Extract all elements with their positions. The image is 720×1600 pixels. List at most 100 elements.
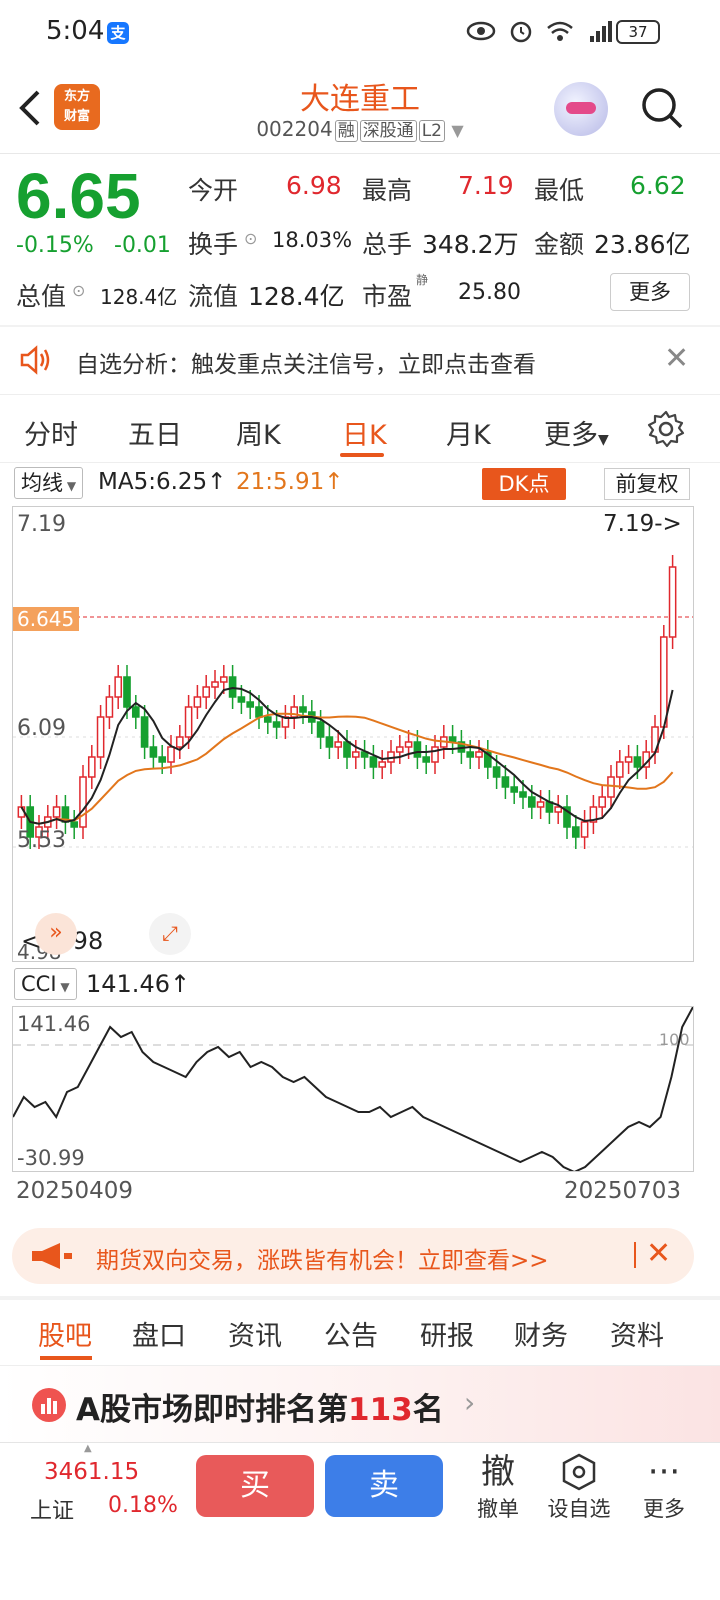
cci-chart[interactable]: 141.46 -30.99 100 (12, 1006, 694, 1174)
tab-forum[interactable]: 股吧 (38, 1314, 92, 1353)
candle-body (536, 801, 545, 808)
futures-banner[interactable]: 期货双向交易，涨跌皆有机会！立即查看>> ✕ (12, 1228, 694, 1284)
more-button[interactable]: ··· 更多 (636, 1451, 692, 1523)
tab-news[interactable]: 资讯 (228, 1314, 282, 1353)
divider (634, 1242, 636, 1268)
indicator-select[interactable]: 均线 ▼ (14, 467, 84, 499)
candle-body (527, 796, 536, 808)
tab-financials[interactable]: 财务 (514, 1314, 568, 1353)
tab-orderbook[interactable]: 盘口 (132, 1314, 186, 1353)
candle-body (580, 821, 589, 838)
cci-value-text: 141.46 (86, 970, 170, 998)
open-label: 今开 (188, 176, 239, 205)
battery-icon: 37 (616, 20, 660, 44)
search-icon[interactable] (640, 86, 684, 130)
cci-select[interactable]: CCI ▼ (14, 968, 77, 1000)
ma21-text: 21:5.91 (236, 469, 325, 495)
market-rank-row[interactable]: A股市场即时排名第113名 › (0, 1366, 720, 1442)
candle-body (668, 566, 677, 638)
amount-label: 金额 (534, 230, 585, 259)
candle-body (219, 676, 228, 683)
add-watchlist-button[interactable]: 设自选 (544, 1451, 614, 1523)
tab-more-label: 更多 (544, 420, 598, 451)
ma5-text: MA5:6.25 (98, 469, 208, 495)
cancel-order-button[interactable]: 撤 撤单 (470, 1451, 526, 1523)
date-start: 20250409 (16, 1178, 134, 1204)
caret-down-icon: ▼ (598, 432, 609, 448)
pe-label: 市盈 (362, 282, 413, 311)
turnover-value: 18.03% (272, 228, 353, 252)
current-price-tag: 6.645 (17, 607, 74, 631)
close-icon[interactable]: ✕ (664, 341, 689, 376)
candle-body (123, 676, 131, 708)
dk-point-button[interactable]: DK点 (482, 468, 566, 500)
float-label: 流值 (188, 282, 239, 311)
candle-body (343, 741, 351, 758)
tab-more[interactable]: 更多▼ (544, 413, 609, 452)
more-quote-button[interactable]: 更多 (610, 273, 690, 311)
adjust-mode-button[interactable]: 前复权 (604, 468, 690, 500)
assistant-avatar[interactable] (554, 82, 608, 136)
candle-body (395, 746, 404, 753)
info-icon[interactable]: ⊙ (72, 281, 85, 300)
candle-body (184, 706, 193, 738)
tab-research[interactable]: 研报 (420, 1314, 474, 1353)
expand-left-icon[interactable]: » (35, 913, 77, 955)
candle-body (114, 676, 123, 698)
chart-tabs: 分时 五日 周K 日K 月K 更多▼ (0, 395, 720, 463)
close-icon[interactable]: ✕ (646, 1236, 671, 1271)
low-label: 最低 (534, 176, 585, 205)
mktcap-value: 128.4亿 (100, 285, 178, 309)
candle-body (554, 806, 563, 813)
tab-five-day[interactable]: 五日 (128, 413, 182, 452)
float-value: 128.4亿 (248, 282, 345, 311)
gear-icon[interactable] (646, 409, 686, 449)
chevron-right-icon: › (464, 1386, 476, 1419)
high-marker: 7.19-> (603, 511, 682, 537)
signal-icon (590, 21, 612, 42)
info-icon[interactable]: ⊙ (244, 229, 257, 248)
content-tabs: 股吧 盘口 资讯 公告 研报 财务 资料 (0, 1300, 720, 1366)
candle-body (501, 776, 510, 788)
index-value[interactable]: 3461.15 (44, 1459, 139, 1485)
caret-down-icon[interactable]: ▼ (451, 121, 463, 140)
buy-button[interactable]: 买 (196, 1455, 314, 1517)
mktcap-label: 总值 (16, 282, 67, 311)
cci-svg: 141.46 -30.99 100 (12, 1006, 694, 1174)
kline-chart[interactable]: 7.19 6.09 5.53 4.98 6.645 7.19-> <-4.98 … (12, 506, 694, 964)
arrow-up-icon: ↑ (169, 970, 191, 998)
cancel-glyph: 撤 (481, 1452, 515, 1492)
candle-body (105, 696, 114, 718)
notice-bar[interactable]: 自选分析：触发重点关注信号，立即点击查看 ✕ (0, 327, 720, 395)
alarm-icon (510, 21, 532, 43)
active-tab-indicator (40, 1356, 92, 1360)
candle-body (255, 706, 263, 718)
rank-suffix: 名 (412, 1392, 444, 1428)
tab-intraday[interactable]: 分时 (24, 413, 78, 452)
status-icons (466, 18, 616, 44)
stock-code: 002204 (256, 117, 333, 141)
rank-prefix: A股市场即时排名第 (76, 1392, 348, 1428)
sell-button[interactable]: 卖 (325, 1455, 443, 1517)
tab-announcements[interactable]: 公告 (324, 1314, 378, 1353)
cci-y-bottom: -30.99 (17, 1146, 85, 1170)
candle-body (351, 751, 360, 758)
pe-static-sup: 静 (416, 273, 429, 287)
cci-value: 141.46↑ (86, 970, 190, 998)
tab-profile[interactable]: 资料 (610, 1314, 664, 1353)
eye-icon (466, 21, 496, 41)
candle-body (193, 696, 202, 708)
candle-body (492, 766, 501, 778)
rank-chart-icon (32, 1388, 66, 1422)
ma21-value: 21:5.91↑ (236, 469, 344, 495)
tab-monthly-k[interactable]: 月K (446, 413, 491, 452)
tab-daily-k[interactable]: 日K (342, 413, 387, 452)
y-label-mid: 6.09 (17, 716, 66, 741)
candle-body (431, 746, 439, 763)
cci-y-top: 141.46 (17, 1012, 90, 1036)
tab-weekly-k[interactable]: 周K (236, 413, 281, 452)
candle-body (422, 756, 431, 763)
fullscreen-icon[interactable]: ⤢ (149, 913, 191, 955)
turnover-label: 换手 (188, 230, 239, 259)
candle-body (175, 736, 184, 748)
